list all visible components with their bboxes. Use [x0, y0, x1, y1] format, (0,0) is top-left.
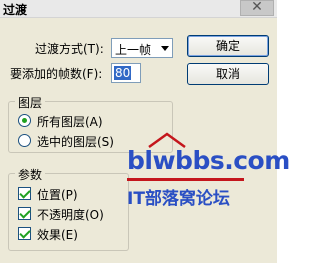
radio-all-layers-label: 所有图层(A): [37, 115, 103, 129]
method-select-value: 上一帧: [115, 43, 152, 57]
layers-group-title: 图层: [15, 94, 46, 111]
frames-input-value: 80: [114, 66, 132, 80]
radio-all-layers[interactable]: [18, 114, 31, 127]
frames-label: 要添加的帧数(F):: [10, 67, 103, 81]
checkbox-effect-label: 效果(E): [37, 228, 78, 242]
close-icon: ✕: [251, 0, 263, 15]
dialog-title: 过渡: [3, 3, 28, 17]
title-bar: 过渡 ✕: [0, 0, 277, 18]
radio-selected-layers-label: 选中的图层(S): [37, 135, 114, 149]
close-button[interactable]: ✕: [240, 0, 274, 16]
ok-button[interactable]: 确定: [187, 35, 269, 57]
params-group-title: 参数: [15, 166, 46, 183]
watermark-name: IT部落窝论坛: [127, 189, 230, 209]
watermark-divider: [127, 178, 244, 181]
checkbox-opacity-label: 不透明度(O): [37, 208, 104, 222]
checkbox-opacity[interactable]: [18, 207, 31, 220]
frames-input[interactable]: 80: [111, 63, 141, 83]
checkbox-position-label: 位置(P): [37, 188, 78, 202]
method-select[interactable]: 上一帧: [111, 38, 173, 58]
watermark-site: blwbbs.com: [127, 146, 290, 175]
method-label: 过渡方式(T):: [35, 42, 104, 56]
checkbox-effect[interactable]: [18, 227, 31, 240]
cancel-button[interactable]: 取消: [187, 63, 269, 85]
radio-selected-layers[interactable]: [18, 134, 31, 147]
transition-dialog: 过渡 ✕ 过渡方式(T): 上一帧 要添加的帧数(F): 80 确定 取消 图层…: [0, 0, 290, 263]
checkbox-position[interactable]: [18, 187, 31, 200]
chevron-down-icon: [161, 46, 169, 51]
